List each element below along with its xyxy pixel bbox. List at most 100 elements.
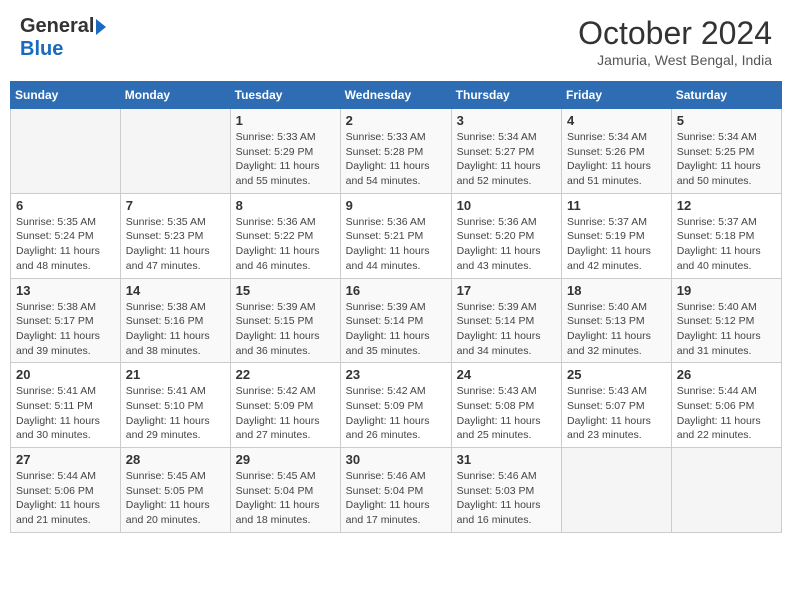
day-number: 26 xyxy=(677,367,776,382)
calendar-cell: 18 Sunrise: 5:40 AM Sunset: 5:13 PM Dayli… xyxy=(562,278,672,363)
month-title: October 2024 xyxy=(578,15,772,52)
calendar-cell: 17 Sunrise: 5:39 AM Sunset: 5:14 PM Dayli… xyxy=(451,278,561,363)
day-number: 2 xyxy=(346,113,446,128)
day-info: Sunrise: 5:35 AM Sunset: 5:23 PM Dayligh… xyxy=(126,215,225,274)
day-number: 5 xyxy=(677,113,776,128)
calendar-cell: 5 Sunrise: 5:34 AM Sunset: 5:25 PM Daylig… xyxy=(671,109,781,194)
day-number: 12 xyxy=(677,198,776,213)
day-info: Sunrise: 5:38 AM Sunset: 5:16 PM Dayligh… xyxy=(126,300,225,359)
day-number: 16 xyxy=(346,283,446,298)
calendar-cell xyxy=(120,109,230,194)
day-info: Sunrise: 5:40 AM Sunset: 5:13 PM Dayligh… xyxy=(567,300,666,359)
calendar-cell: 22 Sunrise: 5:42 AM Sunset: 5:09 PM Dayli… xyxy=(230,363,340,448)
calendar-cell: 8 Sunrise: 5:36 AM Sunset: 5:22 PM Daylig… xyxy=(230,193,340,278)
day-info: Sunrise: 5:39 AM Sunset: 5:15 PM Dayligh… xyxy=(236,300,335,359)
calendar-cell: 31 Sunrise: 5:46 AM Sunset: 5:03 PM Dayli… xyxy=(451,448,561,533)
day-info: Sunrise: 5:37 AM Sunset: 5:18 PM Dayligh… xyxy=(677,215,776,274)
day-info: Sunrise: 5:34 AM Sunset: 5:26 PM Dayligh… xyxy=(567,130,666,189)
calendar-cell: 3 Sunrise: 5:34 AM Sunset: 5:27 PM Daylig… xyxy=(451,109,561,194)
day-number: 27 xyxy=(16,452,115,467)
day-number: 18 xyxy=(567,283,666,298)
day-number: 10 xyxy=(457,198,556,213)
day-number: 1 xyxy=(236,113,335,128)
day-number: 15 xyxy=(236,283,335,298)
day-info: Sunrise: 5:45 AM Sunset: 5:05 PM Dayligh… xyxy=(126,469,225,528)
day-number: 6 xyxy=(16,198,115,213)
calendar-cell: 20Sunrise: 5:41 AM Sunset: 5:11 PM Dayli… xyxy=(11,363,121,448)
calendar-cell: 29 Sunrise: 5:45 AM Sunset: 5:04 PM Dayli… xyxy=(230,448,340,533)
calendar-cell: 27 Sunrise: 5:44 AM Sunset: 5:06 PM Dayli… xyxy=(11,448,121,533)
page-header: General Blue October 2024 Jamuria, West … xyxy=(10,10,782,73)
day-info: Sunrise: 5:45 AM Sunset: 5:04 PM Dayligh… xyxy=(236,469,335,528)
day-number: 22 xyxy=(236,367,335,382)
calendar-day-header: Tuesday xyxy=(230,82,340,109)
calendar-cell: 2 Sunrise: 5:33 AM Sunset: 5:28 PM Daylig… xyxy=(340,109,451,194)
calendar-cell: 25Sunrise: 5:43 AM Sunset: 5:07 PM Dayli… xyxy=(562,363,672,448)
day-number: 21 xyxy=(126,367,225,382)
day-info: Sunrise: 5:46 AM Sunset: 5:04 PM Dayligh… xyxy=(346,469,446,528)
calendar-day-header: Saturday xyxy=(671,82,781,109)
calendar-day-header: Thursday xyxy=(451,82,561,109)
calendar-cell: 7 Sunrise: 5:35 AM Sunset: 5:23 PM Daylig… xyxy=(120,193,230,278)
day-number: 29 xyxy=(236,452,335,467)
day-info: Sunrise: 5:36 AM Sunset: 5:22 PM Dayligh… xyxy=(236,215,335,274)
day-info: Sunrise: 5:38 AM Sunset: 5:17 PM Dayligh… xyxy=(16,300,115,359)
day-info: Sunrise: 5:33 AM Sunset: 5:28 PM Dayligh… xyxy=(346,130,446,189)
day-number: 17 xyxy=(457,283,556,298)
day-number: 19 xyxy=(677,283,776,298)
day-number: 14 xyxy=(126,283,225,298)
calendar-cell: 6 Sunrise: 5:35 AM Sunset: 5:24 PM Daylig… xyxy=(11,193,121,278)
calendar-cell: 23Sunrise: 5:42 AM Sunset: 5:09 PM Dayli… xyxy=(340,363,451,448)
calendar-cell: 24Sunrise: 5:43 AM Sunset: 5:08 PM Dayli… xyxy=(451,363,561,448)
calendar-cell: 13Sunrise: 5:38 AM Sunset: 5:17 PM Dayli… xyxy=(11,278,121,363)
title-block: October 2024 Jamuria, West Bengal, India xyxy=(578,15,772,68)
day-info: Sunrise: 5:46 AM Sunset: 5:03 PM Dayligh… xyxy=(457,469,556,528)
day-number: 20 xyxy=(16,367,115,382)
calendar-header: SundayMondayTuesdayWednesdayThursdayFrid… xyxy=(11,82,782,109)
calendar-cell: 28Sunrise: 5:45 AM Sunset: 5:05 PM Dayli… xyxy=(120,448,230,533)
calendar-cell: 10 Sunrise: 5:36 AM Sunset: 5:20 PM Dayli… xyxy=(451,193,561,278)
calendar-table: SundayMondayTuesdayWednesdayThursdayFrid… xyxy=(10,81,782,533)
calendar-cell: 15 Sunrise: 5:39 AM Sunset: 5:15 PM Dayli… xyxy=(230,278,340,363)
day-info: Sunrise: 5:35 AM Sunset: 5:24 PM Dayligh… xyxy=(16,215,115,274)
logo-blue: Blue xyxy=(20,38,63,61)
logo-general: General xyxy=(20,15,94,38)
calendar-cell: 4 Sunrise: 5:34 AM Sunset: 5:26 PM Daylig… xyxy=(562,109,672,194)
day-info: Sunrise: 5:36 AM Sunset: 5:20 PM Dayligh… xyxy=(457,215,556,274)
day-number: 31 xyxy=(457,452,556,467)
calendar-week-row: 20Sunrise: 5:41 AM Sunset: 5:11 PM Dayli… xyxy=(11,363,782,448)
calendar-cell: 9Sunrise: 5:36 AM Sunset: 5:21 PM Daylig… xyxy=(340,193,451,278)
logo: General Blue xyxy=(20,15,106,61)
day-number: 25 xyxy=(567,367,666,382)
calendar-cell: 19Sunrise: 5:40 AM Sunset: 5:12 PM Dayli… xyxy=(671,278,781,363)
calendar-cell: 11 Sunrise: 5:37 AM Sunset: 5:19 PM Dayli… xyxy=(562,193,672,278)
calendar-week-row: 1Sunrise: 5:33 AM Sunset: 5:29 PM Daylig… xyxy=(11,109,782,194)
day-number: 4 xyxy=(567,113,666,128)
day-info: Sunrise: 5:34 AM Sunset: 5:27 PM Dayligh… xyxy=(457,130,556,189)
logo-triangle-icon xyxy=(96,19,106,35)
calendar-week-row: 6 Sunrise: 5:35 AM Sunset: 5:24 PM Daylig… xyxy=(11,193,782,278)
calendar-cell: 1Sunrise: 5:33 AM Sunset: 5:29 PM Daylig… xyxy=(230,109,340,194)
calendar-cell: 14 Sunrise: 5:38 AM Sunset: 5:16 PM Dayli… xyxy=(120,278,230,363)
day-info: Sunrise: 5:41 AM Sunset: 5:10 PM Dayligh… xyxy=(126,384,225,443)
day-info: Sunrise: 5:37 AM Sunset: 5:19 PM Dayligh… xyxy=(567,215,666,274)
day-info: Sunrise: 5:44 AM Sunset: 5:06 PM Dayligh… xyxy=(16,469,115,528)
calendar-day-header: Monday xyxy=(120,82,230,109)
day-number: 7 xyxy=(126,198,225,213)
calendar-cell xyxy=(671,448,781,533)
calendar-week-row: 27 Sunrise: 5:44 AM Sunset: 5:06 PM Dayli… xyxy=(11,448,782,533)
calendar-cell: 21 Sunrise: 5:41 AM Sunset: 5:10 PM Dayli… xyxy=(120,363,230,448)
calendar-cell: 30Sunrise: 5:46 AM Sunset: 5:04 PM Dayli… xyxy=(340,448,451,533)
day-number: 23 xyxy=(346,367,446,382)
day-number: 3 xyxy=(457,113,556,128)
day-info: Sunrise: 5:39 AM Sunset: 5:14 PM Dayligh… xyxy=(457,300,556,359)
day-number: 11 xyxy=(567,198,666,213)
day-number: 8 xyxy=(236,198,335,213)
calendar-day-header: Friday xyxy=(562,82,672,109)
day-info: Sunrise: 5:42 AM Sunset: 5:09 PM Dayligh… xyxy=(236,384,335,443)
calendar-week-row: 13Sunrise: 5:38 AM Sunset: 5:17 PM Dayli… xyxy=(11,278,782,363)
day-number: 9 xyxy=(346,198,446,213)
day-info: Sunrise: 5:44 AM Sunset: 5:06 PM Dayligh… xyxy=(677,384,776,443)
day-info: Sunrise: 5:39 AM Sunset: 5:14 PM Dayligh… xyxy=(346,300,446,359)
day-info: Sunrise: 5:34 AM Sunset: 5:25 PM Dayligh… xyxy=(677,130,776,189)
